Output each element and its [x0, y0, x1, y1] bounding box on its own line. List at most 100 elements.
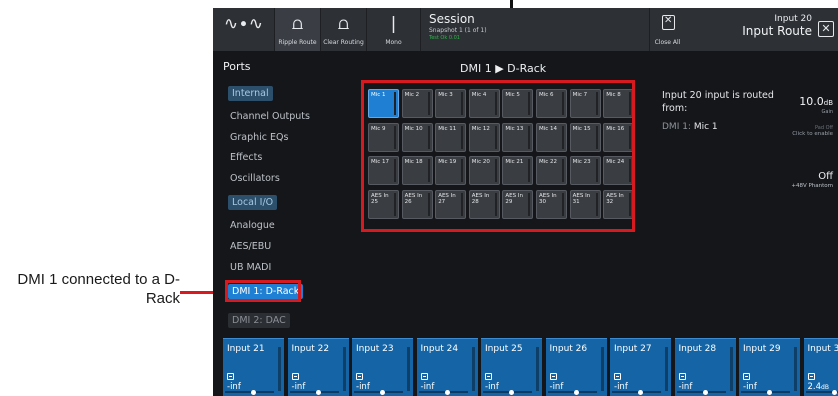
routed-source-name: Mic 1: [693, 122, 718, 132]
routed-source: DMI 1: Mic 1: [662, 122, 718, 132]
close-icon[interactable]: ✕: [818, 21, 834, 37]
strip-meter: [676, 391, 726, 393]
strip-name: Input 24: [420, 344, 459, 354]
port-analogue[interactable]: Analogue: [230, 220, 275, 231]
strip-pan-dot[interactable]: [831, 390, 837, 395]
route-screen-name: Input Route: [742, 24, 812, 38]
input-strip[interactable]: Input 21 -inf: [223, 338, 284, 396]
strip-pan-dot[interactable]: [444, 390, 450, 395]
input-strip[interactable]: Input 25 -inf: [481, 338, 542, 396]
dmi1-highlight-box: [225, 280, 301, 302]
port-channel-outputs[interactable]: Channel Outputs: [230, 111, 310, 122]
strip-name: Input 29: [743, 344, 781, 354]
strip-input-icon: [549, 373, 557, 380]
strip-name: Input 28: [678, 344, 717, 354]
mono-button[interactable]: | Mono: [367, 8, 421, 51]
route-path-breadcrumb: DMI 1 ▶ D-Rack: [460, 62, 547, 75]
strip-meter: [225, 391, 274, 393]
strip-name: Input 22: [291, 344, 330, 354]
session-snapshot: Snapshot 1 (1 of 1): [429, 27, 487, 34]
strip-name: Input 23: [356, 344, 394, 354]
input-strip[interactable]: Input 22 -inf: [287, 338, 349, 396]
pad-hint[interactable]: Click to enable: [792, 131, 833, 137]
strip-fader[interactable]: [600, 347, 604, 391]
strip-fader[interactable]: [342, 347, 346, 391]
port-aes-ebu[interactable]: AES/EBU: [230, 241, 271, 252]
port-graphic-eqs[interactable]: Graphic EQs: [230, 132, 288, 143]
clear-routing-button[interactable]: ⩍ Clear Routing: [321, 8, 367, 51]
port-ub-madi[interactable]: UB MADI: [230, 262, 271, 273]
input-strip[interactable]: Input 302.4dB: [803, 338, 838, 396]
gain-label: Gain: [821, 109, 834, 115]
session-info[interactable]: Session Snapshot 1 (1 of 1) Test Ok 0.01: [429, 12, 629, 48]
strip-fader[interactable]: [794, 347, 797, 391]
strip-input-icon: [614, 373, 621, 380]
close-all-button[interactable]: Close All: [649, 8, 685, 51]
input-strip[interactable]: Input 29 -inf: [739, 338, 800, 396]
close-all-icon: [662, 15, 675, 30]
phantom-value[interactable]: Off: [818, 171, 833, 182]
console-window: ∿∙∿ ⩍ Ripple Route ⩍ Clear Routing | Mon…: [213, 8, 838, 396]
strip-fader[interactable]: [729, 347, 733, 391]
strip-name: Input 30: [807, 344, 838, 354]
ports-section-local-io[interactable]: Local I/O: [228, 195, 278, 210]
strip-pan-dot[interactable]: [638, 390, 643, 395]
input-strip[interactable]: Input 27 -inf: [610, 338, 671, 396]
mono-icon: |: [390, 14, 397, 34]
ripple-network-button[interactable]: ∿∙∿: [213, 8, 275, 51]
strip-meter: [354, 391, 403, 393]
strip-input-icon: [291, 373, 299, 380]
routed-source-port: DMI 1:: [662, 122, 691, 132]
input-route-title: Input 20 Input Route: [742, 14, 812, 38]
top-toolbar: ∿∙∿ ⩍ Ripple Route ⩍ Clear Routing | Mon…: [213, 8, 838, 51]
input-strip[interactable]: Input 28 -inf: [674, 338, 736, 396]
port-dmi2-dac[interactable]: DMI 2: DAC: [228, 313, 290, 328]
source-grid-highlight-box: [361, 80, 635, 232]
port-oscillators[interactable]: Oscillators: [230, 173, 280, 184]
strip-fader[interactable]: [536, 347, 539, 391]
session-title: Session: [429, 12, 475, 26]
ripple-route-button[interactable]: ⩍ Ripple Route: [275, 8, 321, 51]
routed-from-text: Input 20 input is routed from:: [662, 90, 774, 114]
strip-pan-dot[interactable]: [380, 390, 385, 395]
strip-input-icon: [420, 373, 428, 380]
gain-value[interactable]: 10.0dB: [799, 95, 833, 108]
strip-pan-dot[interactable]: [767, 390, 772, 395]
strip-input-icon: [743, 373, 750, 380]
strip-pan-dot[interactable]: [315, 390, 321, 395]
strip-meter: [483, 391, 532, 393]
strip-pan-dot[interactable]: [509, 390, 514, 395]
input-strip[interactable]: Input 23 -inf: [352, 338, 413, 396]
strip-pan-dot[interactable]: [573, 390, 579, 395]
ports-title: Ports: [223, 60, 251, 73]
dmi-callout-text: DMI 1 connected to a D-Rack: [17, 271, 180, 307]
strip-meter: [612, 391, 661, 393]
strip-pan-dot[interactable]: [702, 390, 708, 395]
ripple-network-icon: ∿∙∿: [223, 14, 264, 34]
clear-routing-icon: ⩍: [337, 14, 350, 34]
strip-meter: [289, 391, 339, 393]
input-strip[interactable]: Input 26 -inf: [545, 338, 607, 396]
strip-fader[interactable]: [665, 347, 668, 391]
ripple-route-icon: ⩍: [291, 14, 304, 34]
callout-connector-line: [180, 291, 215, 294]
gain-number: 10.0: [799, 95, 824, 108]
input-strip[interactable]: Input 24 -inf: [416, 338, 478, 396]
strip-meter: [741, 391, 790, 393]
gain-unit: dB: [823, 99, 833, 107]
strip-level-unit: dB: [821, 384, 829, 391]
strip-name: Input 25: [485, 344, 523, 354]
strip-input-icon: [485, 373, 492, 380]
strip-input-icon: [356, 373, 363, 380]
strip-input-icon: [227, 373, 234, 380]
strip-input-icon: [807, 373, 815, 380]
strip-fader[interactable]: [471, 347, 475, 391]
port-effects[interactable]: Effects: [230, 152, 262, 163]
strip-meter: [418, 391, 468, 393]
strip-fader[interactable]: [278, 347, 281, 391]
clear-routing-label: Clear Routing: [323, 39, 364, 46]
close-all-label: Close All: [654, 39, 681, 46]
strip-pan-dot[interactable]: [251, 390, 256, 395]
strip-fader[interactable]: [407, 347, 410, 391]
ports-section-internal[interactable]: Internal: [228, 86, 273, 101]
